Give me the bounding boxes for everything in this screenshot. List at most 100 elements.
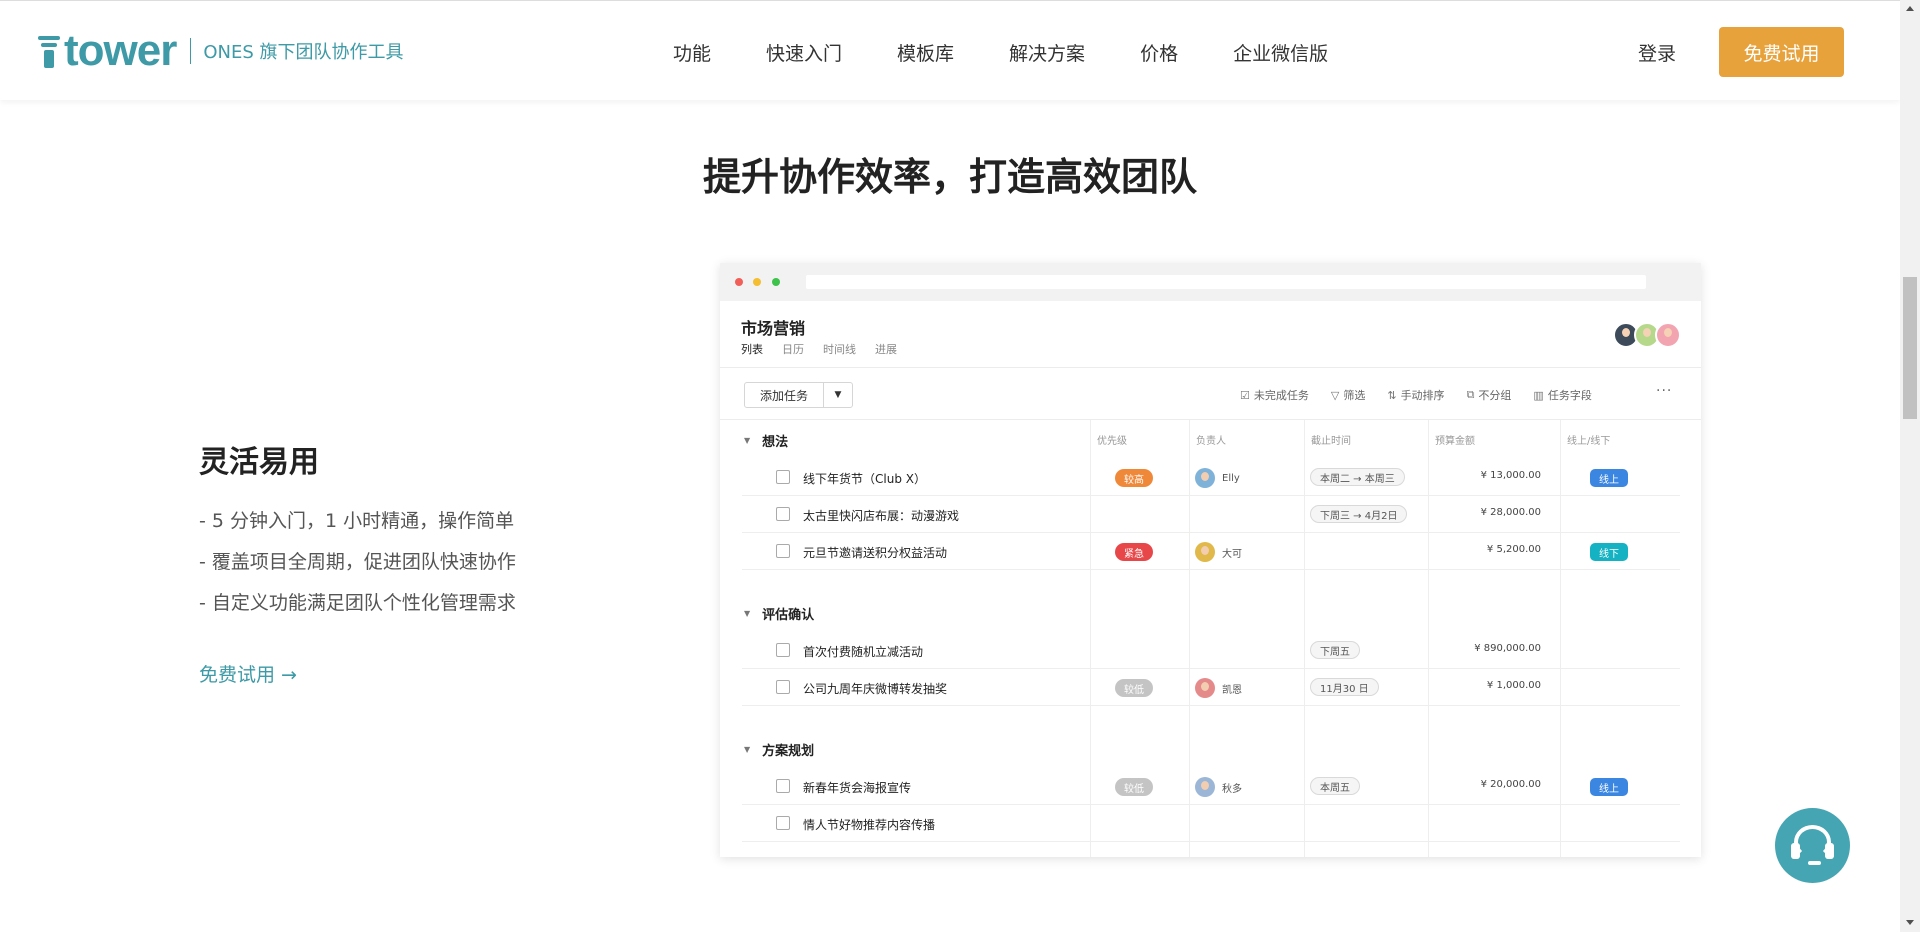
window-maximize-dot bbox=[772, 278, 780, 286]
owner-name: Elly bbox=[1222, 472, 1240, 484]
divider bbox=[720, 367, 1701, 368]
task-name[interactable]: 线下年货节（Club X） bbox=[803, 470, 926, 487]
logo-divider bbox=[190, 38, 192, 64]
task-checkbox[interactable] bbox=[776, 680, 790, 694]
group-header[interactable]: ▼ 方案规划 bbox=[744, 730, 814, 768]
task-row[interactable]: 首次付费随机立减活动 下周五 ¥ 890,000.00 bbox=[742, 632, 1680, 669]
task-name[interactable]: 太古里快闪店布展：动漫游戏 bbox=[803, 507, 959, 524]
address-bar bbox=[806, 275, 1646, 289]
page-scrollbar[interactable] bbox=[1900, 0, 1920, 932]
due-date-chip[interactable]: 11月30 日 bbox=[1310, 678, 1379, 696]
task-checkbox[interactable] bbox=[776, 544, 790, 558]
tab-calendar[interactable]: 日历 bbox=[782, 341, 804, 357]
headset-icon-ear bbox=[1791, 843, 1800, 859]
avatar bbox=[1655, 322, 1681, 348]
task-name[interactable]: 情人节好物推荐内容传播 bbox=[803, 816, 935, 833]
collapse-triangle-icon[interactable]: ▼ bbox=[744, 745, 750, 754]
column-header-priority[interactable]: 优先级 bbox=[1097, 432, 1127, 447]
task-row[interactable]: 新春年货会海报宣传 较低 秋多 本周五 ¥ 20,000.00 线上 bbox=[742, 768, 1680, 805]
toolbar-item-label: 筛选 bbox=[1343, 389, 1366, 402]
task-name[interactable]: 元旦节邀请送积分权益活动 bbox=[803, 544, 947, 561]
tab-timeline[interactable]: 时间线 bbox=[823, 341, 856, 357]
group-header[interactable]: ▼ 评估确认 bbox=[744, 594, 814, 632]
member-avatars[interactable] bbox=[1613, 322, 1681, 348]
task-row[interactable]: 线下年货节（Club X） 较高 Elly 本周二 → 本周三 ¥ 13,000.00 线… bbox=[742, 459, 1680, 496]
group-name: 评估确认 bbox=[762, 607, 815, 623]
feature-point: - 5 分钟入门，1 小时精通，操作简单 bbox=[199, 510, 515, 532]
task-owner[interactable]: 凯恩 bbox=[1195, 678, 1242, 698]
task-checkbox[interactable] bbox=[776, 779, 790, 793]
more-options-icon[interactable]: ··· bbox=[1656, 383, 1672, 399]
main-nav: 功能 快速入门 模板库 解决方案 价格 企业微信版 bbox=[673, 39, 1383, 66]
task-checkbox[interactable] bbox=[776, 507, 790, 521]
task-owner[interactable]: Elly bbox=[1195, 468, 1240, 488]
task-name[interactable]: 新春年货会海报宣传 bbox=[803, 779, 911, 796]
filter-icon: ▽ bbox=[1330, 388, 1340, 402]
toolbar-item-sort[interactable]: ⇅ 手动排序 bbox=[1387, 387, 1444, 403]
scroll-down-arrow-icon[interactable] bbox=[1906, 920, 1914, 925]
tab-list[interactable]: 列表 bbox=[741, 341, 763, 357]
toolbar-item-group[interactable]: ⧉ 不分组 bbox=[1467, 387, 1512, 403]
task-row[interactable]: 公司九周年庆微博转发抽奖 较低 凯恩 11月30 日 ¥ 1,000.00 bbox=[742, 669, 1680, 706]
tower-logo[interactable]: tower ONES 旗下团队协作工具 bbox=[38, 29, 404, 73]
task-checkbox[interactable] bbox=[776, 643, 790, 657]
feature-trial-link[interactable]: 免费试用 → bbox=[199, 660, 297, 687]
task-row[interactable]: 情人节好物推荐内容传播 bbox=[742, 805, 1680, 842]
nav-item-pricing[interactable]: 价格 bbox=[1140, 39, 1178, 66]
task-checkbox[interactable] bbox=[776, 470, 790, 484]
due-date-chip[interactable]: 下周五 bbox=[1310, 641, 1360, 659]
priority-badge[interactable]: 较低 bbox=[1115, 778, 1153, 796]
group-name: 想法 bbox=[762, 434, 789, 450]
free-trial-button[interactable]: 免费试用 bbox=[1719, 27, 1844, 77]
tower-logo-icon bbox=[38, 34, 60, 68]
app-screenshot-mock: 市场营销 列表 日历 时间线 进展 添加任务 ▼ ☑ 未完成任务 ▽ 筛选 ⇅ 手动排序 ⧉… bbox=[720, 263, 1701, 857]
login-link[interactable]: 登录 bbox=[1638, 39, 1676, 66]
toolbar-item-fields[interactable]: ▥ 任务字段 bbox=[1533, 387, 1591, 403]
nav-item-templates[interactable]: 模板库 bbox=[897, 39, 954, 66]
nav-item-wecom[interactable]: 企业微信版 bbox=[1233, 39, 1328, 66]
nav-item-features[interactable]: 功能 bbox=[673, 39, 711, 66]
add-task-button[interactable]: 添加任务 ▼ bbox=[744, 382, 853, 408]
collapse-triangle-icon[interactable]: ▼ bbox=[744, 436, 750, 445]
budget-amount: ¥ 1,000.00 bbox=[1486, 680, 1541, 691]
list-toolbar: ☑ 未完成任务 ▽ 筛选 ⇅ 手动排序 ⧉ 不分组 ▥ 任务字段 bbox=[1240, 387, 1614, 403]
nav-item-solutions[interactable]: 解决方案 bbox=[1009, 39, 1085, 66]
channel-badge[interactable]: 线上 bbox=[1590, 778, 1628, 796]
due-date-chip[interactable]: 下周三 → 4月2日 bbox=[1310, 505, 1408, 523]
feature-title: 灵活易用 bbox=[199, 445, 319, 480]
feature-point: - 自定义功能满足团队个性化管理需求 bbox=[199, 592, 516, 614]
task-row[interactable]: 太古里快闪店布展：动漫游戏 下周三 → 4月2日 ¥ 28,000.00 bbox=[742, 496, 1680, 533]
site-header: tower ONES 旗下团队协作工具 功能 快速入门 模板库 解决方案 价格 … bbox=[0, 0, 1900, 100]
due-date-chip[interactable]: 本周五 bbox=[1310, 777, 1360, 795]
nav-item-quickstart[interactable]: 快速入门 bbox=[766, 39, 842, 66]
priority-badge[interactable]: 较低 bbox=[1115, 679, 1153, 697]
headset-icon-ear bbox=[1825, 843, 1834, 859]
add-task-label[interactable]: 添加任务 bbox=[745, 383, 824, 407]
task-owner[interactable]: 秋多 bbox=[1195, 777, 1242, 797]
task-name[interactable]: 首次付费随机立减活动 bbox=[803, 643, 923, 660]
toolbar-item-checkbox[interactable]: ☑ 未完成任务 bbox=[1240, 387, 1309, 403]
scroll-up-arrow-icon[interactable] bbox=[1906, 6, 1914, 11]
customer-support-button[interactable] bbox=[1775, 808, 1850, 883]
column-header-budget[interactable]: 预算金额 bbox=[1435, 432, 1475, 447]
channel-badge[interactable]: 线下 bbox=[1590, 543, 1628, 561]
priority-badge[interactable]: 较高 bbox=[1115, 469, 1153, 487]
collapse-triangle-icon[interactable]: ▼ bbox=[744, 609, 750, 618]
tab-progress[interactable]: 进展 bbox=[875, 341, 897, 357]
group-header[interactable]: ▼ 想法 bbox=[744, 421, 788, 459]
task-row[interactable]: 元旦节邀请送积分权益活动 紧急 大可 ¥ 5,200.00 线下 bbox=[742, 533, 1680, 570]
toolbar-item-filter[interactable]: ▽ 筛选 bbox=[1331, 387, 1365, 403]
column-header-due[interactable]: 截止时间 bbox=[1311, 432, 1351, 447]
chevron-down-icon[interactable]: ▼ bbox=[824, 383, 852, 407]
group-icon: ⧉ bbox=[1466, 388, 1475, 401]
task-checkbox[interactable] bbox=[776, 816, 790, 830]
task-name[interactable]: 公司九周年庆微博转发抽奖 bbox=[803, 680, 947, 697]
channel-badge[interactable]: 线上 bbox=[1590, 469, 1628, 487]
column-header-channel[interactable]: 线上/线下 bbox=[1567, 432, 1610, 447]
checkbox-icon: ☑ bbox=[1240, 388, 1250, 402]
task-owner[interactable]: 大可 bbox=[1195, 542, 1242, 562]
column-header-owner[interactable]: 负责人 bbox=[1196, 432, 1226, 447]
scroll-thumb[interactable] bbox=[1903, 277, 1917, 419]
priority-badge[interactable]: 紧急 bbox=[1115, 543, 1153, 561]
due-date-chip[interactable]: 本周二 → 本周三 bbox=[1310, 468, 1405, 486]
